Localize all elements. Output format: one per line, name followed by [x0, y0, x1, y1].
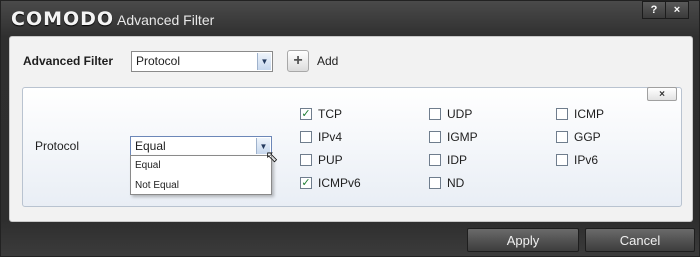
- checkbox-box[interactable]: [556, 154, 568, 166]
- checkbox-label: ICMPv6: [318, 176, 361, 190]
- close-window-button[interactable]: ×: [665, 1, 689, 19]
- operator-select[interactable]: Equal ▼: [130, 136, 272, 156]
- mouse-pointer-icon: ⬁: [265, 149, 279, 166]
- add-label[interactable]: Add: [317, 54, 338, 68]
- dropdown-option-not-equal[interactable]: Not Equal: [131, 176, 271, 196]
- checkbox-box[interactable]: [556, 131, 568, 143]
- checkbox-nd[interactable]: ND: [429, 176, 464, 190]
- checkbox-udp[interactable]: UDP: [429, 107, 472, 121]
- checkbox-box[interactable]: [556, 108, 568, 120]
- checkbox-label: IPv4: [318, 130, 343, 144]
- checkbox-label: IPv6: [574, 153, 599, 167]
- advanced-filter-label: Advanced Filter: [23, 54, 114, 68]
- checkbox-ggp[interactable]: GGP: [556, 130, 601, 144]
- dropdown-option-equal[interactable]: Equal: [131, 156, 271, 176]
- checkbox-label: ND: [447, 176, 465, 190]
- checkbox-box[interactable]: [429, 108, 441, 120]
- checkbox-idp[interactable]: IDP: [429, 153, 467, 167]
- filter-type-select[interactable]: Protocol ▼: [131, 51, 273, 72]
- checkbox-tcp[interactable]: ✓ TCP: [300, 107, 342, 121]
- checkbox-ipv6[interactable]: IPv6: [556, 153, 598, 167]
- plus-icon: +: [293, 52, 303, 69]
- checkbox-ipv4[interactable]: IPv4: [300, 130, 342, 144]
- filter-panel: Advanced Filter Protocol ▼ + Add × Proto…: [9, 36, 693, 222]
- checkbox-box[interactable]: [300, 154, 312, 166]
- add-button[interactable]: +: [287, 50, 309, 72]
- checkbox-label: UDP: [447, 107, 473, 121]
- remove-criteria-button[interactable]: ×: [647, 87, 677, 101]
- operator-dropdown-list: Equal Not Equal: [130, 155, 272, 195]
- checkbox-box[interactable]: [300, 131, 312, 143]
- title-bar: COMODO Advanced Filter ? ×: [1, 1, 700, 35]
- help-button[interactable]: ?: [642, 1, 666, 19]
- checkbox-label: IGMP: [447, 130, 478, 144]
- cancel-button[interactable]: Cancel: [585, 228, 695, 252]
- checkbox-box[interactable]: [429, 177, 441, 189]
- checkbox-pup[interactable]: PUP: [300, 153, 343, 167]
- filter-type-value: Protocol: [136, 54, 181, 68]
- checkbox-box[interactable]: ✓: [300, 108, 312, 120]
- window-controls: ? ×: [642, 1, 689, 19]
- apply-button[interactable]: Apply: [467, 228, 579, 252]
- checkbox-label: GGP: [574, 130, 601, 144]
- checkbox-label: ICMP: [574, 107, 604, 121]
- checkbox-box[interactable]: ✓: [300, 177, 312, 189]
- protocol-label: Protocol: [35, 139, 80, 153]
- checkbox-icmp[interactable]: ICMP: [556, 107, 604, 121]
- operator-value: Equal: [135, 139, 166, 153]
- checkbox-icmpv6[interactable]: ✓ ICMPv6: [300, 176, 361, 190]
- checkbox-label: IDP: [447, 153, 468, 167]
- chevron-down-icon[interactable]: ▼: [257, 53, 271, 70]
- checkbox-igmp[interactable]: IGMP: [429, 130, 478, 144]
- checkbox-label: TCP: [318, 107, 342, 121]
- checkbox-box[interactable]: [429, 131, 441, 143]
- checkbox-label: PUP: [318, 153, 343, 167]
- brand-logo: COMODO: [11, 8, 115, 30]
- window-title: Advanced Filter: [117, 12, 215, 28]
- advanced-filter-window: COMODO Advanced Filter ? × Advanced Filt…: [0, 0, 700, 257]
- checkbox-box[interactable]: [429, 154, 441, 166]
